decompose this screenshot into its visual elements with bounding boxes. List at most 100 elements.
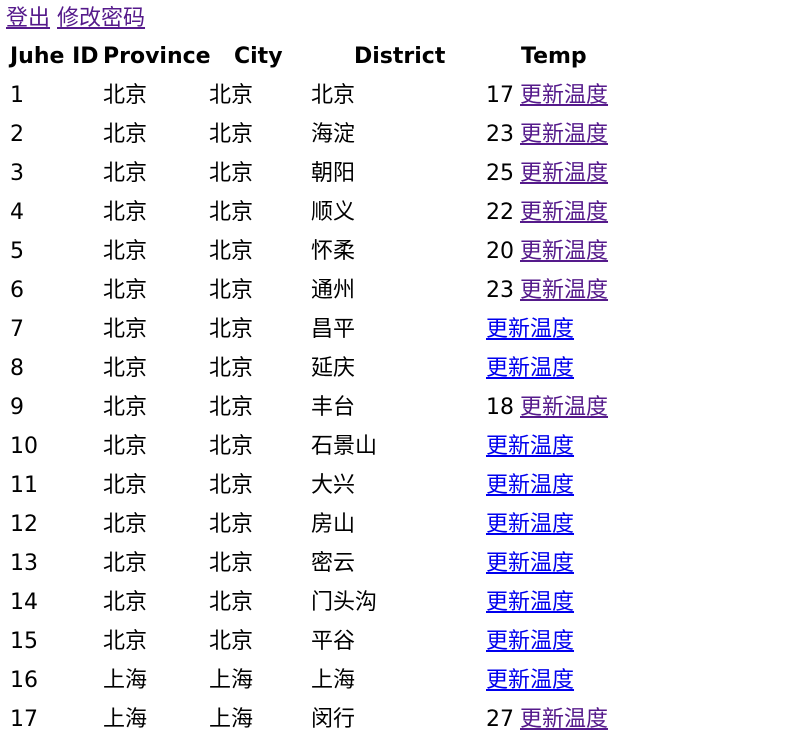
province-cell: 北京 (103, 629, 148, 654)
update-temp-link[interactable]: 更新温度 (520, 278, 608, 303)
district-cell: 海淀 (311, 122, 356, 147)
district-cell: 通州 (311, 278, 356, 303)
province-cell: 北京 (103, 473, 148, 498)
temp-value: 25 (486, 161, 514, 186)
district-cell: 平谷 (311, 629, 356, 654)
province-cell: 北京 (103, 512, 148, 537)
update-temp-link[interactable]: 更新温度 (486, 356, 574, 381)
temp-cell: 27 更新温度 (486, 700, 608, 739)
district-cell: 门头沟 (311, 590, 378, 615)
update-temp-link[interactable]: 更新温度 (520, 395, 608, 420)
table-row: 16 上海 上海 上海 更新温度 (0, 661, 800, 700)
update-temp-link[interactable]: 更新温度 (486, 590, 574, 615)
table-row: 9 北京 北京 丰台 18 更新温度 (0, 388, 800, 427)
temp-cell: 20 更新温度 (486, 232, 608, 271)
update-temp-link[interactable]: 更新温度 (520, 239, 608, 264)
juhe-id-cell: 10 (10, 434, 38, 459)
table-row: 5 北京 北京 怀柔 20 更新温度 (0, 232, 800, 271)
district-cell: 丰台 (311, 395, 356, 420)
header-city: City (234, 44, 283, 69)
juhe-id-cell: 4 (10, 200, 24, 225)
header-temp: Temp (521, 44, 587, 69)
update-temp-link[interactable]: 更新温度 (486, 629, 574, 654)
temp-cell: 17 更新温度 (486, 76, 608, 115)
top-links: 登出 修改密码 (6, 4, 145, 34)
juhe-id-cell: 8 (10, 356, 24, 381)
temp-cell: 更新温度 (486, 661, 574, 700)
city-cell: 北京 (209, 434, 254, 459)
update-temp-link[interactable]: 更新温度 (486, 317, 574, 342)
update-temp-link[interactable]: 更新温度 (486, 512, 574, 537)
logout-link[interactable]: 登出 (6, 6, 50, 31)
district-cell: 昌平 (311, 317, 356, 342)
district-cell: 北京 (311, 83, 356, 108)
juhe-id-cell: 3 (10, 161, 24, 186)
update-temp-link[interactable]: 更新温度 (486, 473, 574, 498)
table-row: 15 北京 北京 平谷 更新温度 (0, 622, 800, 661)
city-cell: 上海 (209, 707, 254, 732)
temp-cell: 更新温度 (486, 505, 574, 544)
update-temp-link[interactable]: 更新温度 (520, 200, 608, 225)
table-row: 7 北京 北京 昌平 更新温度 (0, 310, 800, 349)
update-temp-link[interactable]: 更新温度 (520, 83, 608, 108)
city-cell: 北京 (209, 83, 254, 108)
city-cell: 北京 (209, 512, 254, 537)
table-row: 4 北京 北京 顺义 22 更新温度 (0, 193, 800, 232)
juhe-id-cell: 14 (10, 590, 38, 615)
city-cell: 北京 (209, 356, 254, 381)
update-temp-link[interactable]: 更新温度 (520, 707, 608, 732)
province-cell: 北京 (103, 278, 148, 303)
update-temp-link[interactable]: 更新温度 (520, 122, 608, 147)
temp-cell: 更新温度 (486, 349, 574, 388)
update-temp-link[interactable]: 更新温度 (486, 668, 574, 693)
juhe-id-cell: 7 (10, 317, 24, 342)
table-row: 12 北京 北京 房山 更新温度 (0, 505, 800, 544)
city-cell: 北京 (209, 590, 254, 615)
temp-cell: 23 更新温度 (486, 115, 608, 154)
table-row: 2 北京 北京 海淀 23 更新温度 (0, 115, 800, 154)
update-temp-link[interactable]: 更新温度 (486, 551, 574, 576)
table-row: 11 北京 北京 大兴 更新温度 (0, 466, 800, 505)
table-row: 14 北京 北京 门头沟 更新温度 (0, 583, 800, 622)
province-cell: 北京 (103, 434, 148, 459)
juhe-id-cell: 11 (10, 473, 38, 498)
city-cell: 北京 (209, 395, 254, 420)
province-cell: 北京 (103, 395, 148, 420)
district-cell: 朝阳 (311, 161, 356, 186)
table-row: 17 上海 上海 闵行 27 更新温度 (0, 700, 800, 739)
city-cell: 北京 (209, 239, 254, 264)
district-cell: 顺义 (311, 200, 356, 225)
city-cell: 北京 (209, 473, 254, 498)
temp-value: 22 (486, 200, 514, 225)
juhe-id-cell: 13 (10, 551, 38, 576)
district-cell: 闵行 (311, 707, 356, 732)
table-row: 10 北京 北京 石景山 更新温度 (0, 427, 800, 466)
header-district: District (354, 44, 446, 69)
table-row: 3 北京 北京 朝阳 25 更新温度 (0, 154, 800, 193)
juhe-id-cell: 12 (10, 512, 38, 537)
juhe-id-cell: 15 (10, 629, 38, 654)
city-cell: 北京 (209, 317, 254, 342)
table-header-row: Juhe ID Province City District Temp (0, 37, 800, 76)
update-temp-link[interactable]: 更新温度 (486, 434, 574, 459)
header-province: Province (103, 44, 211, 69)
district-cell: 上海 (311, 668, 356, 693)
district-cell: 延庆 (311, 356, 356, 381)
juhe-id-cell: 6 (10, 278, 24, 303)
province-cell: 北京 (103, 200, 148, 225)
juhe-id-cell: 5 (10, 239, 24, 264)
juhe-id-cell: 1 (10, 83, 24, 108)
city-cell: 北京 (209, 161, 254, 186)
district-cell: 房山 (311, 512, 356, 537)
update-temp-link[interactable]: 更新温度 (520, 161, 608, 186)
temp-value: 18 (486, 395, 514, 420)
province-cell: 北京 (103, 239, 148, 264)
temp-cell: 更新温度 (486, 310, 574, 349)
district-cell: 怀柔 (311, 239, 356, 264)
temp-value: 20 (486, 239, 514, 264)
temp-value: 17 (486, 83, 514, 108)
temp-cell: 更新温度 (486, 544, 574, 583)
change-password-link[interactable]: 修改密码 (57, 6, 145, 31)
juhe-id-cell: 16 (10, 668, 38, 693)
juhe-id-cell: 17 (10, 707, 38, 732)
